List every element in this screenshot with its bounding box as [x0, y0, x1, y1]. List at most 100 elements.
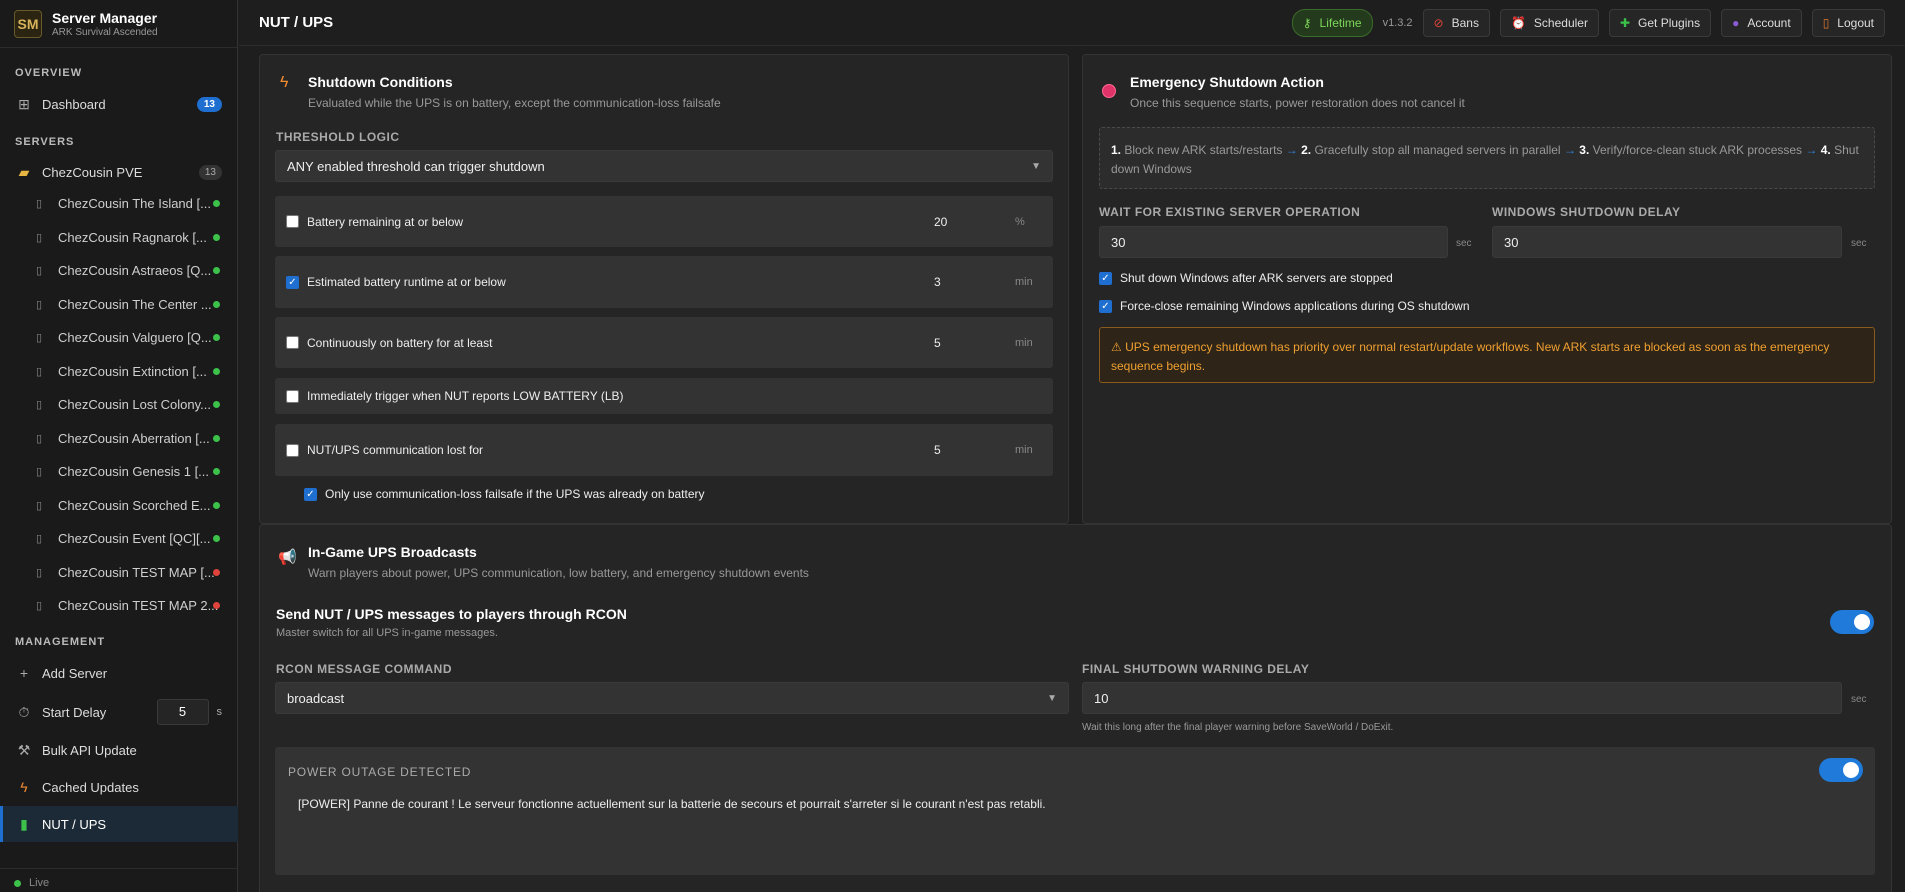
live-status: Live	[0, 868, 238, 892]
shutdown-windows-option: ✓ Shut down Windows after ARK servers ar…	[1099, 271, 1393, 285]
master-toggle[interactable]	[1830, 610, 1874, 634]
server-icon: ▯	[36, 231, 43, 244]
runtime-checkbox[interactable]: ✓	[286, 275, 299, 289]
force-close-checkbox[interactable]: ✓	[1099, 299, 1112, 313]
section-management: MANAGEMENT	[15, 636, 106, 648]
section-overview: OVERVIEW	[15, 67, 83, 79]
section-servers: SERVERS	[15, 136, 75, 148]
master-switch-subtitle: Master switch for all UPS in-game messag…	[276, 627, 498, 639]
sidebar-server-item[interactable]: ▯ ChezCousin Aberration [...	[0, 422, 238, 455]
server-name: ChezCousin The Center ...	[58, 296, 212, 312]
wait-input[interactable]: 30	[1099, 226, 1448, 258]
sidebar-server-item[interactable]: ▯ ChezCousin The Island [...	[0, 187, 238, 220]
megaphone-icon: 📢	[278, 549, 297, 566]
sidebar-item-add-server[interactable]: + Add Server	[0, 656, 238, 690]
battery-checkbox[interactable]	[286, 215, 299, 228]
arrow-right-icon: →	[1805, 143, 1818, 157]
comm-lost-checkbox[interactable]	[286, 443, 299, 457]
runtime-value[interactable]: 3	[934, 275, 941, 289]
folder-icon: ▰	[18, 163, 30, 180]
user-icon: ●	[1732, 15, 1740, 30]
server-icon: ▯	[36, 499, 43, 512]
cluster-count: 13	[198, 164, 222, 180]
on-battery-label: Continuously on battery for at least	[307, 335, 493, 350]
sidebar-item-bulk-api[interactable]: ⚒ Bulk API Update	[0, 733, 238, 767]
sidebar-server-item[interactable]: ▯ ChezCousin Lost Colony...	[0, 388, 238, 421]
sidebar-item-nut-ups[interactable]: ▮ NUT / UPS	[0, 806, 238, 842]
sidebar-server-item[interactable]: ▯ ChezCousin Extinction [...	[0, 355, 238, 388]
lifetime-badge[interactable]: ⚷ Lifetime	[1291, 8, 1373, 37]
threshold-logic-select[interactable]: ANY enabled threshold can trigger shutdo…	[275, 150, 1053, 182]
sidebar-item-cluster[interactable]: ▰ ChezCousin PVE 13	[0, 155, 238, 189]
failsafe-label: Only use communication-loss failsafe if …	[325, 487, 705, 501]
server-name: ChezCousin TEST MAP 2...	[58, 598, 219, 613]
power-outage-toggle[interactable]	[1819, 758, 1863, 782]
step-3-text: Verify/force-clean stuck ARK processes	[1592, 143, 1803, 157]
sidebar-server-item[interactable]: ▯ ChezCousin Event [QC][...	[0, 522, 238, 555]
key-icon: ⚷	[1302, 15, 1312, 30]
status-dot	[213, 468, 220, 475]
sidebar-server-item[interactable]: ▯ ChezCousin The Center ...	[0, 288, 238, 321]
sidebar-server-item[interactable]: ▯ ChezCousin TEST MAP 2...	[0, 589, 238, 622]
broadcasts-header: 📢 In-Game UPS Broadcasts Warn players ab…	[278, 544, 809, 580]
sidebar-server-item[interactable]: ▯ ChezCousin Valguero [Q...	[0, 321, 238, 354]
status-dot	[213, 334, 220, 341]
dashboard-label: Dashboard	[42, 96, 106, 112]
status-dot	[213, 300, 220, 308]
win-delay-unit: sec	[1851, 238, 1867, 249]
lifetime-label: Lifetime	[1319, 15, 1362, 30]
step-4-num: 4.	[1820, 143, 1831, 157]
start-delay-input[interactable]: 5	[156, 699, 209, 725]
comm-lost-value[interactable]: 5	[934, 443, 941, 457]
status-dot	[213, 501, 220, 509]
account-label: Account	[1747, 15, 1791, 30]
final-delay-input[interactable]: 10	[1082, 682, 1842, 714]
on-battery-unit: min	[1015, 336, 1033, 349]
sidebar-server-item[interactable]: ▯ ChezCousin Genesis 1 [...	[0, 455, 238, 488]
sidebar-server-item[interactable]: ▯ ChezCousin Ragnarok [...	[0, 221, 238, 254]
shutdown-subtitle: Evaluated while the UPS is on battery, e…	[308, 96, 721, 110]
final-delay-label: FINAL SHUTDOWN WARNING DELAY	[1082, 662, 1310, 676]
sidebar-item-cached-updates[interactable]: ϟ Cached Updates	[0, 770, 238, 804]
bans-button[interactable]: ⊘ Bans	[1422, 8, 1490, 37]
server-icon: ▯	[36, 399, 43, 411]
server-name: ChezCousin Scorched E...	[58, 497, 211, 513]
server-name: ChezCousin TEST MAP [...	[58, 564, 215, 580]
account-button[interactable]: ● Account	[1721, 8, 1802, 37]
battery-value[interactable]: 20	[934, 215, 947, 229]
scheduler-button[interactable]: ⏰ Scheduler	[1499, 8, 1599, 37]
brand: SM Server Manager ARK Survival Ascended	[0, 0, 237, 48]
logout-button[interactable]: ▯ Logout	[1811, 8, 1885, 37]
get-plugins-button[interactable]: ✚ Get Plugins	[1608, 8, 1712, 37]
failsafe-checkbox[interactable]: ✓	[304, 487, 317, 501]
server-icon: ▯	[36, 265, 43, 277]
sidebar-server-item[interactable]: ▯ ChezCousin TEST MAP [...	[0, 556, 238, 589]
scheduler-label: Scheduler	[1533, 15, 1588, 30]
live-label: Live	[29, 877, 50, 889]
rcon-command-select[interactable]: broadcast ▼	[275, 682, 1069, 714]
bolt-icon: ϟ	[280, 74, 289, 91]
sidebar-item-start-delay: ⏱ Start Delay 5 s	[0, 695, 238, 729]
wait-unit: sec	[1456, 238, 1472, 249]
on-battery-value[interactable]: 5	[934, 336, 941, 350]
low-battery-checkbox[interactable]	[286, 389, 299, 403]
sidebar-server-item[interactable]: ▯ ChezCousin Astraeos [Q...	[0, 254, 238, 287]
server-name: ChezCousin Ragnarok [...	[58, 229, 207, 245]
sidebar-item-dashboard[interactable]: ⊞ Dashboard 13	[0, 87, 238, 121]
shutdown-windows-checkbox[interactable]: ✓	[1099, 271, 1112, 285]
status-dot	[213, 200, 220, 207]
condition-row-on-battery: Continuously on battery for at least 5 m…	[275, 317, 1053, 368]
on-battery-checkbox[interactable]	[286, 336, 299, 349]
win-delay-input[interactable]: 30	[1492, 226, 1842, 258]
power-outage-label: POWER OUTAGE DETECTED	[288, 765, 472, 779]
topbar: NUT / UPS ⚷ Lifetime v1.3.2 ⊘ Bans ⏰ Schedu…	[239, 0, 1905, 46]
status-dot	[213, 267, 220, 274]
status-dot	[213, 434, 220, 442]
broadcasts-title: In-Game UPS Broadcasts	[308, 544, 477, 560]
sidebar-server-item[interactable]: ▯ ChezCousin Scorched E...	[0, 489, 238, 522]
rcon-label: RCON MESSAGE COMMAND	[276, 662, 453, 676]
comm-lost-unit: min	[1015, 444, 1033, 456]
start-delay-label: Start Delay	[42, 704, 107, 720]
plus-icon: +	[19, 665, 29, 681]
power-outage-message[interactable]: [POWER] Panne de courant ! Le serveur fo…	[288, 785, 1862, 859]
